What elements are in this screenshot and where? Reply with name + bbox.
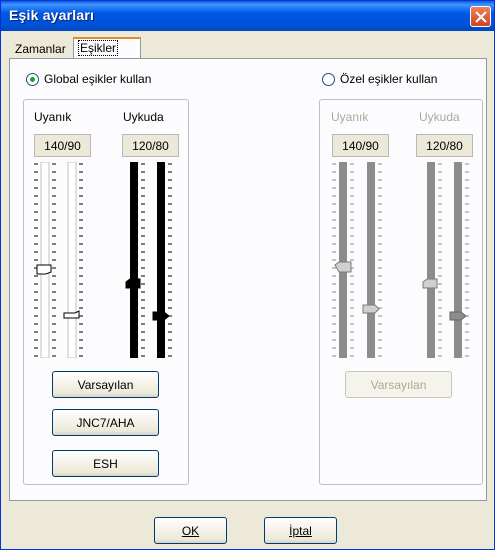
global-thresholds-group: Uyanık Uykuda 140/90 120/80 Varsayılan J…: [23, 99, 189, 485]
slider-ticks: [422, 162, 442, 358]
custom-awake-value: 140/90: [332, 134, 389, 157]
global-thresholds-option[interactable]: Global eşikler kullan: [26, 72, 151, 86]
tab-zamanlar-label: Zamanlar: [15, 42, 66, 56]
global-awake-value: 140/90: [34, 134, 91, 157]
global-sleep-diastolic-slider[interactable]: [150, 162, 172, 358]
jnc7-aha-button-label: JNC7/AHA: [76, 415, 135, 430]
custom-awake-systolic-slider[interactable]: [332, 162, 354, 358]
slider-ticks: [362, 162, 382, 358]
global-default-button-label: Varsayılan: [77, 377, 134, 392]
slider-ticks: [449, 162, 469, 358]
tab-zamanlar[interactable]: Zamanlar: [11, 40, 71, 59]
title-bar[interactable]: Eşik ayarları: [1, 1, 494, 31]
custom-default-button[interactable]: Varsayılan: [345, 371, 452, 398]
custom-sleep-label: Uykuda: [419, 110, 460, 124]
slider-thumb[interactable]: [422, 278, 438, 289]
custom-sleep-value: 120/80: [416, 134, 473, 157]
custom-awake-diastolic-slider[interactable]: [360, 162, 382, 358]
close-icon: [475, 11, 487, 23]
threshold-settings-dialog: Eşik ayarları Zamanlar Eşikler Global eş…: [0, 0, 495, 550]
global-sleep-label: Uykuda: [123, 110, 164, 124]
ok-button-label: OK: [181, 523, 200, 538]
custom-thresholds-radio[interactable]: [322, 72, 335, 86]
custom-sleep-systolic-slider[interactable]: [420, 162, 442, 358]
global-awake-systolic-slider[interactable]: [34, 162, 56, 358]
global-awake-label: Uyanık: [34, 110, 72, 124]
window-title: Eşik ayarları: [9, 7, 95, 23]
slider-thumb[interactable]: [125, 278, 141, 289]
cancel-button-label: İptal: [289, 523, 312, 538]
esh-button[interactable]: ESH: [52, 450, 159, 477]
slider-thumb[interactable]: [362, 304, 380, 314]
tab-panel-esikler: Global eşikler kullan Özel eşikler kulla…: [9, 58, 487, 501]
slider-ticks: [63, 162, 83, 358]
slider-ticks: [152, 162, 172, 358]
custom-default-button-label: Varsayılan: [370, 377, 427, 392]
slider-ticks: [34, 162, 56, 358]
slider-thumb[interactable]: [334, 261, 352, 273]
slider-thumb[interactable]: [152, 311, 170, 321]
global-thresholds-label: Global eşikler kullan: [44, 72, 152, 86]
custom-thresholds-group: Uyanık Uykuda 140/90 120/80 Varsayılan: [319, 99, 483, 485]
close-button[interactable]: [470, 6, 491, 27]
global-default-button[interactable]: Varsayılan: [52, 371, 159, 398]
slider-ticks: [332, 162, 354, 358]
custom-thresholds-label: Özel eşikler kullan: [340, 72, 438, 86]
global-sleep-value: 120/80: [122, 134, 179, 157]
global-thresholds-radio[interactable]: [26, 72, 39, 86]
slider-thumb[interactable]: [36, 264, 52, 275]
cancel-button[interactable]: İptal: [264, 517, 337, 544]
global-sleep-systolic-slider[interactable]: [123, 162, 145, 358]
slider-thumb[interactable]: [449, 311, 467, 321]
custom-sleep-diastolic-slider[interactable]: [447, 162, 469, 358]
slider-ticks: [125, 162, 145, 358]
ok-button[interactable]: OK: [154, 517, 227, 544]
custom-awake-label: Uyanık: [331, 110, 369, 124]
custom-thresholds-option[interactable]: Özel eşikler kullan: [322, 72, 437, 86]
global-awake-diastolic-slider[interactable]: [61, 162, 83, 358]
tab-esikler-label: Eşikler: [78, 40, 119, 56]
tab-esikler[interactable]: Eşikler: [73, 37, 141, 59]
jnc7-aha-button[interactable]: JNC7/AHA: [52, 409, 159, 436]
esh-button-label: ESH: [93, 456, 118, 471]
